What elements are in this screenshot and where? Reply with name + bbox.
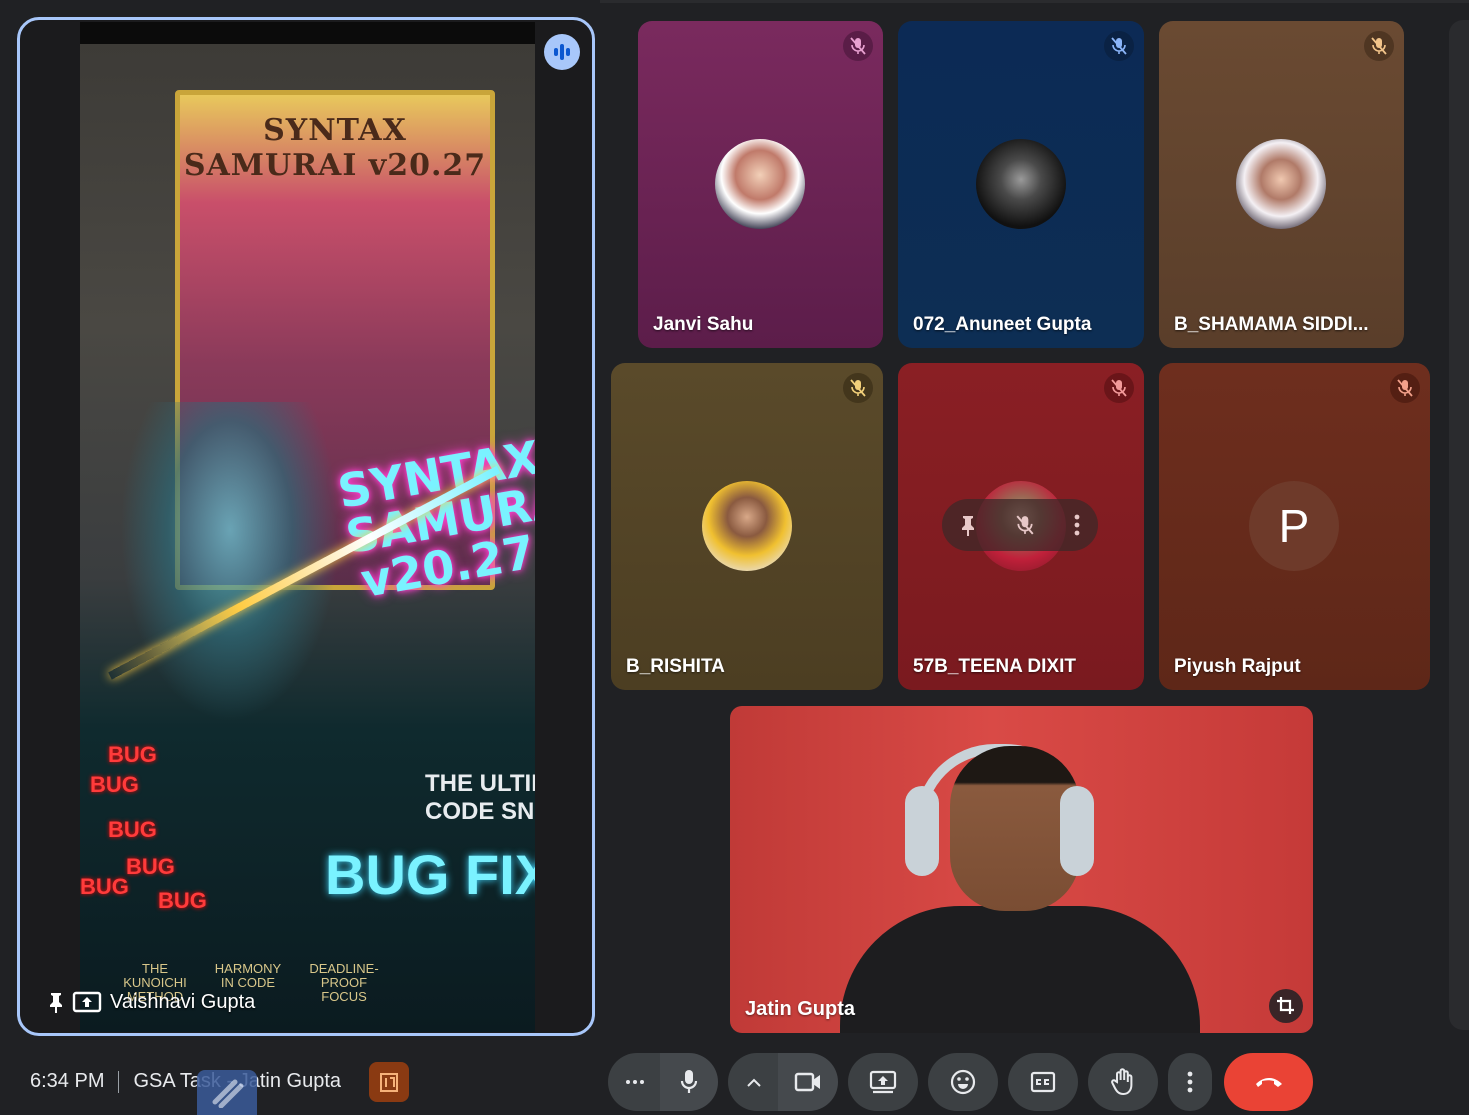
bug-word: BUG [80,874,129,899]
camera-options-button[interactable] [728,1053,780,1111]
participant-tile[interactable]: B_SHAMAMA SIDDI... [1159,21,1404,348]
hang-up-icon [1255,1078,1282,1087]
bug-word: BUG [126,854,175,879]
avatar [1236,139,1326,229]
presenter-label: Vaishnavi Gupta [48,990,255,1014]
bug-word: BUG [90,772,139,797]
mic-off-icon[interactable] [1016,515,1034,535]
video-camera-icon [794,1072,820,1092]
divider [118,1070,120,1093]
activities-icon[interactable] [369,1062,409,1102]
reactions-button[interactable] [928,1053,998,1111]
poster-title: SYNTAX SAMURAI v20.27 [183,113,487,183]
participant-name: 072_Anuneet Gupta [913,314,1092,335]
mic-off-icon [1104,373,1134,403]
participant-name: Piyush Rajput [1174,656,1301,677]
present-screen-icon [869,1070,897,1094]
self-video-headphone [1060,786,1094,876]
self-video-body [840,906,1200,1033]
bug-word: BUG [108,817,157,842]
participant-tile[interactable]: Janvi Sahu [638,21,883,348]
mic-off-icon [1390,373,1420,403]
bug-word: BUG [158,888,207,913]
ninja-illustration [120,402,340,722]
more-options-button[interactable] [1168,1053,1212,1111]
participant-name: B_SHAMAMA SIDDI... [1174,314,1369,335]
self-view-tile[interactable]: Jatin Gupta [730,706,1313,1033]
more-options-icon[interactable] [1074,514,1080,536]
more-controls-button[interactable] [608,1053,662,1111]
captions-icon [1030,1071,1056,1093]
participant-tile[interactable]: 072_Anuneet Gupta [898,21,1144,348]
tile-hover-controls [942,499,1098,551]
avatar [976,139,1066,229]
hand-icon [1111,1068,1133,1096]
leave-call-button[interactable] [1224,1053,1313,1111]
pin-icon[interactable] [960,514,976,536]
participant-name: 57B_TEENA DIXIT [913,656,1076,677]
camera-button[interactable] [778,1053,838,1111]
self-video-headphone [905,786,939,876]
feature-line: HARMONY [214,961,282,976]
top-divider [600,0,1469,3]
participant-name: Janvi Sahu [653,314,754,335]
presenter-name: Vaishnavi Gupta [110,990,256,1013]
participant-tile[interactable]: B_RISHITA [611,363,883,690]
shared-screen-topbar [80,22,535,44]
side-panel-edge[interactable] [1449,20,1469,1030]
headline: BUG FIXE [325,843,535,906]
pin-icon[interactable] [48,991,64,1013]
crop-icon[interactable] [1269,989,1303,1023]
chevron-up-icon [747,1078,761,1087]
captions-button[interactable] [1008,1053,1078,1111]
participant-name: B_RISHITA [626,656,725,677]
self-name: Jatin Gupta [745,998,856,1020]
feature-item: DEADLINE-PROOF FOCUS [292,962,396,1004]
avatar [715,139,805,229]
microphone-icon [680,1070,698,1093]
mic-off-icon [843,373,873,403]
feature-line: DEADLINE-PROOF [309,961,379,990]
meeting-info: 6:34 PM GSA Task - Jatin Gupta [30,1070,341,1093]
present-screen-icon [72,990,102,1014]
clock: 6:34 PM [30,1070,105,1092]
avatar [702,481,792,571]
participant-tile[interactable]: 57B_TEENA DIXIT [898,363,1144,690]
mic-off-icon [843,31,873,61]
tagline-line: THE ULTIM [425,770,535,797]
feature-line: IN CODE [220,975,276,990]
taskbar-app-icon[interactable] [197,1070,257,1115]
more-horizontal-icon [626,1080,644,1084]
feature-item: HARMONY IN CODE [208,962,288,990]
mic-off-icon [1104,31,1134,61]
feature-line: FOCUS [321,989,367,1004]
raise-hand-button[interactable] [1088,1053,1158,1111]
neon-title: SYNTAX SAMURAI v20.27 [334,430,535,608]
mic-off-icon [1364,31,1394,61]
present-screen-button[interactable] [848,1053,918,1111]
participant-tile[interactable]: P Piyush Rajput [1159,363,1430,690]
bug-word: BUG [108,742,157,767]
feature-line: THE KUNOICHI [123,961,187,990]
speaking-indicator-icon [544,34,580,70]
microphone-button[interactable] [660,1053,718,1111]
shared-screen: SYNTAX SAMURAI v20.27 SYNTAX SAMURAI v20… [80,22,535,1032]
tagline-line: CODE SNI [425,798,535,825]
tagline: THE ULTIM CODE SNI [425,770,535,826]
more-vertical-icon [1187,1071,1193,1093]
avatar-initial: P [1249,481,1339,571]
emoji-icon [950,1069,976,1095]
presenter-tile[interactable]: SYNTAX SAMURAI v20.27 SYNTAX SAMURAI v20… [17,17,595,1036]
